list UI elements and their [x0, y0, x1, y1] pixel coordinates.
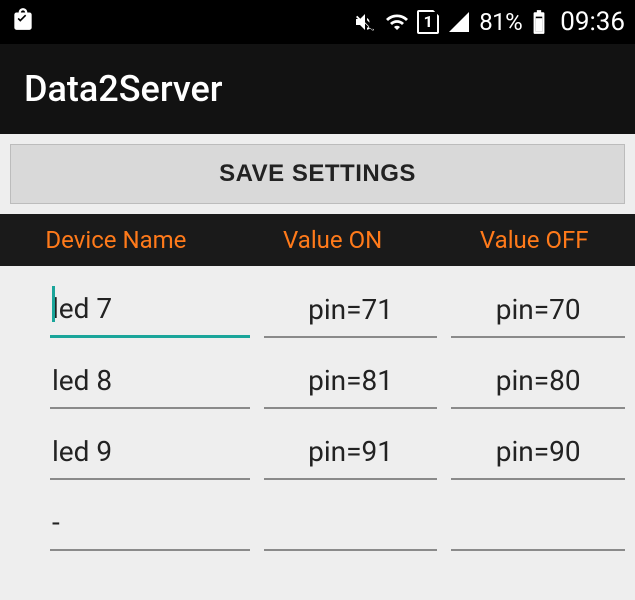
table-row	[0, 480, 635, 551]
cell-value-off	[451, 360, 625, 409]
value-on-input[interactable]	[264, 431, 438, 480]
table-header: Device Name Value ON Value OFF	[0, 214, 635, 266]
sim-number: 1	[424, 14, 433, 30]
value-on-input[interactable]	[264, 289, 438, 338]
header-value-off: Value OFF	[433, 226, 635, 254]
save-button-container: SAVE SETTINGS	[0, 134, 635, 214]
value-on-input[interactable]	[264, 360, 438, 409]
device-name-input[interactable]	[50, 502, 250, 551]
table-row	[0, 338, 635, 409]
cell-value-on	[264, 289, 438, 338]
cell-value-off	[451, 502, 625, 551]
save-settings-button[interactable]: SAVE SETTINGS	[10, 144, 625, 204]
table-row	[0, 266, 635, 338]
cell-device-name	[10, 360, 250, 409]
device-name-input[interactable]	[50, 360, 250, 409]
text-cursor	[52, 286, 55, 322]
cell-value-on	[264, 431, 438, 480]
cell-device-name	[10, 288, 250, 338]
sim-card-icon: 1	[417, 10, 439, 34]
app-bar: Data2Server	[0, 44, 635, 134]
battery-percent: 81%	[479, 8, 522, 36]
wifi-icon	[385, 10, 409, 34]
vibrate-mute-icon	[353, 10, 377, 34]
cell-value-off	[451, 431, 625, 480]
app-title: Data2Server	[24, 68, 223, 110]
cell-value-on	[264, 360, 438, 409]
cell-value-off	[451, 289, 625, 338]
header-value-on: Value ON	[232, 226, 434, 254]
shopping-bag-icon	[10, 10, 36, 38]
cell-device-name	[10, 431, 250, 480]
battery-icon	[530, 9, 548, 35]
signal-icon	[447, 10, 471, 34]
value-off-input[interactable]	[451, 431, 625, 480]
table-body	[0, 266, 635, 551]
cell-device-name	[10, 502, 250, 551]
android-status-bar: 1 81% 09:36	[0, 0, 635, 44]
table-row	[0, 409, 635, 480]
value-off-input[interactable]	[451, 289, 625, 338]
value-off-input[interactable]	[451, 502, 625, 551]
value-on-input[interactable]	[264, 502, 438, 551]
device-name-input[interactable]	[50, 431, 250, 480]
clock-time: 09:36	[560, 7, 625, 37]
cell-value-on	[264, 502, 438, 551]
value-off-input[interactable]	[451, 360, 625, 409]
header-device-name: Device Name	[0, 226, 232, 254]
device-name-input[interactable]	[50, 288, 250, 338]
